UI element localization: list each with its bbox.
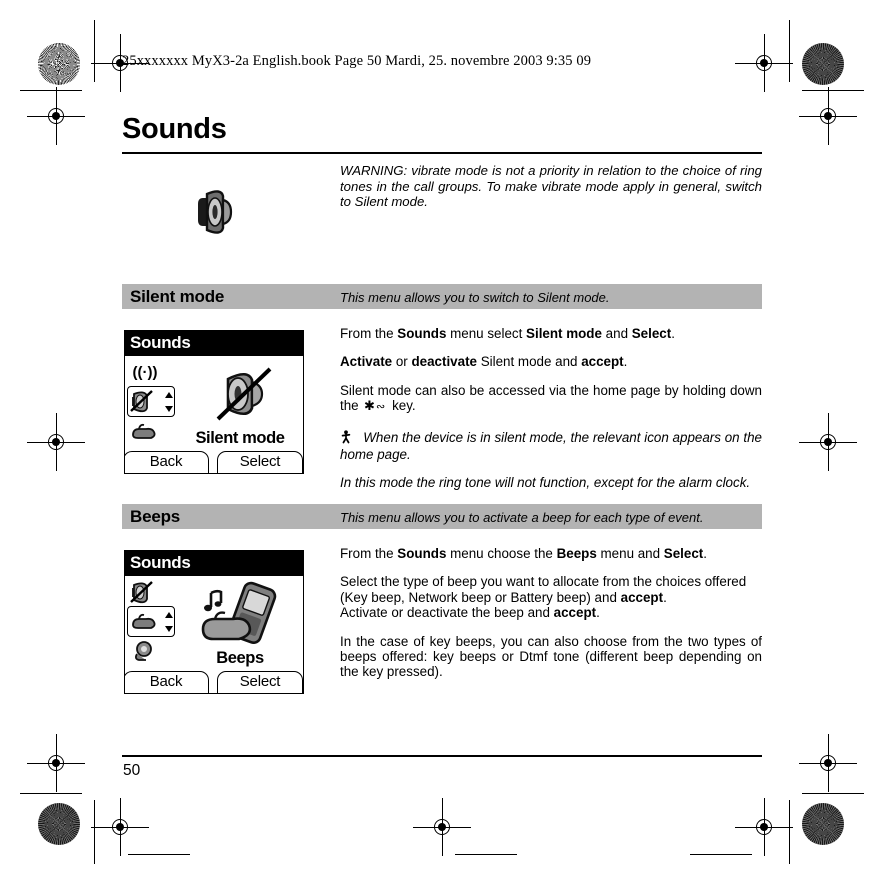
section-title: Beeps: [130, 507, 181, 526]
registration-target-lower-left: [27, 734, 85, 792]
registration-target-upper-right: [799, 87, 857, 145]
registration-target-mid-right: [799, 413, 857, 471]
trim-line-right-vertical: [789, 20, 791, 82]
registration-starburst-bottom-right: [802, 803, 844, 845]
registration-target-lower-right: [799, 734, 857, 792]
trim-line-top-right-horizontal: [802, 90, 864, 92]
vibrate-person-icon: [340, 429, 356, 447]
phone-screenshot-silent-mode: Sounds ((·)) Silent mode Back Select: [124, 330, 304, 474]
phone-hero-label: Beeps: [216, 649, 264, 667]
warning-text: WARNING: vibrate mode is not a priority …: [340, 163, 762, 210]
phone-softkeys: Back Select: [125, 669, 303, 693]
registration-starburst-top-right: [802, 43, 844, 85]
phone-hero-label: Silent mode: [195, 429, 285, 447]
paragraph-key-beeps-dtmf: In the case of key beeps, you can also c…: [340, 633, 762, 680]
registration-starburst-top-left: [38, 43, 80, 85]
paragraph-home-page-shortcut: Silent mode can also be accessed via the…: [340, 382, 762, 415]
page-title: Sounds: [122, 113, 227, 145]
book-file-info: 25xxxxxxx MyX3-2a English.book Page 50 M…: [122, 53, 592, 69]
svg-text:∾: ∾: [376, 401, 385, 412]
section-header-silent-mode: Silent mode This menu allows you to swit…: [122, 284, 762, 309]
trim-line-left-vertical-bottom: [94, 800, 96, 864]
paragraph-from-sounds-menu: From the Sounds menu select Silent mode …: [340, 326, 675, 341]
registration-target-upper-left: [27, 87, 85, 145]
svg-text:✱: ✱: [364, 398, 375, 412]
document-page: 25xxxxxxx MyX3-2a English.book Page 50 M…: [122, 0, 762, 884]
svg-text:((·)): ((·)): [133, 364, 158, 381]
section-title: Silent mode: [130, 287, 225, 306]
paragraph-activate-deactivate: Activate or deactivate Silent mode and a…: [340, 354, 628, 370]
phone-softkey-back[interactable]: Back: [125, 671, 209, 693]
trim-line-bottom-right-horizontal: [802, 793, 864, 795]
phone-titlebar: Sounds: [125, 331, 303, 356]
phone-softkey-back[interactable]: Back: [125, 451, 209, 473]
speaker-muted-icon: [128, 578, 162, 606]
phone-softkeys: Back Select: [125, 449, 303, 473]
title-divider: [122, 152, 762, 154]
paragraph-activate-beep: Activate or deactivate the beep and acce…: [340, 605, 600, 621]
speaker-icon: [189, 184, 245, 240]
phone-title-label: Sounds: [130, 553, 191, 572]
section-description: This menu allows you to activate a beep …: [340, 509, 704, 525]
paragraph-silent-icon-note: When the device is in silent mode, the r…: [340, 429, 762, 463]
trim-line-left-vertical: [94, 20, 96, 82]
section-description: This menu allows you to switch to Silent…: [340, 289, 610, 305]
trim-line-right-vertical-bottom: [789, 800, 791, 864]
footer-divider: [122, 755, 762, 757]
phone-title-label: Sounds: [130, 333, 191, 352]
paragraph-from-sounds-choose-beeps: From the Sounds menu choose the Beeps me…: [340, 546, 707, 561]
section-header-beeps: Beeps This menu allows you to activate a…: [122, 504, 762, 529]
phone-titlebar: Sounds: [125, 551, 303, 576]
paragraph-alarm-clock-note: In this mode the ring tone will not func…: [340, 475, 751, 491]
registration-target-mid-left: [27, 413, 85, 471]
phone-scroll-spinner: [162, 609, 175, 634]
trim-line-bottom-left-horizontal: [20, 793, 82, 795]
hand-beep-icon: [128, 417, 162, 445]
phone-hero-hand-phone-note-icon: [181, 577, 301, 651]
phone-screenshot-beeps: Sounds Beeps Back Select: [124, 550, 304, 694]
network-signal-icon: ((·)): [128, 358, 162, 386]
registration-starburst-bottom-left: [38, 803, 80, 845]
page-number: 50: [123, 762, 141, 779]
section-body-beeps: From the Sounds menu choose the Beeps me…: [340, 546, 762, 693]
phone-scroll-spinner: [162, 389, 175, 414]
asterisk-key-icon: ✱ ∾: [362, 398, 392, 415]
ringer-icon: [128, 637, 162, 665]
phone-softkey-select[interactable]: Select: [217, 671, 303, 693]
phone-hero-speaker-muted-icon: [181, 357, 301, 431]
section-body-silent-mode: From the Sounds menu select Silent mode …: [340, 326, 762, 491]
paragraph-select-beep-type: Select the type of beep you want to allo…: [340, 574, 747, 605]
phone-softkey-select[interactable]: Select: [217, 451, 303, 473]
trim-line-top-left-horizontal: [20, 90, 82, 92]
